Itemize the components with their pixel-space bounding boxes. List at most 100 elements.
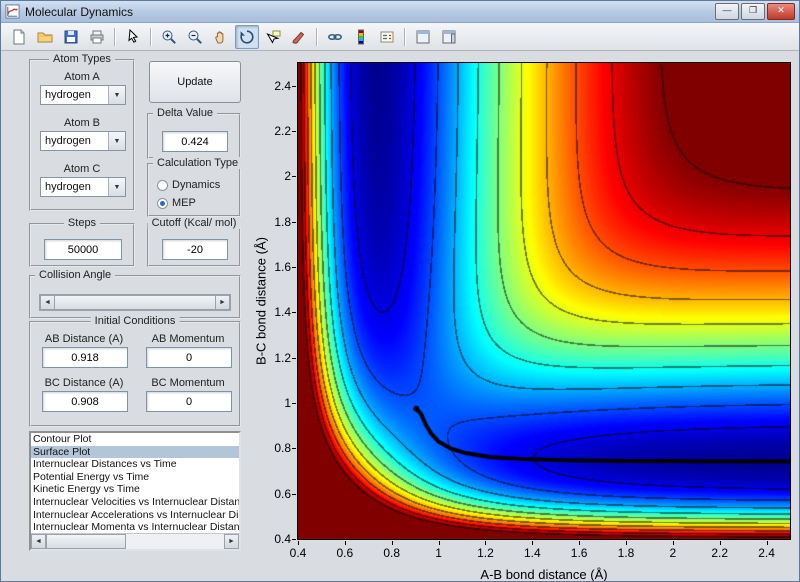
- cutoff-field[interactable]: [162, 239, 228, 260]
- list-item[interactable]: Potential Energy vs Time: [31, 471, 239, 484]
- list-item[interactable]: Internuclear Accelerations vs Internucle…: [31, 509, 239, 522]
- show-plot-tools-button[interactable]: [437, 25, 461, 49]
- x-tick-label: 1.4: [523, 546, 541, 560]
- toolbar-separator: [114, 27, 116, 46]
- zoom-in-icon: [161, 29, 177, 45]
- y-tick-label: 1.8: [274, 214, 291, 229]
- y-tick-label: 2: [284, 169, 291, 184]
- atom-a-value: hydrogen: [45, 89, 91, 101]
- y-tick-label: 0.8: [274, 441, 291, 456]
- hscroll-thumb[interactable]: [46, 534, 126, 549]
- list-item[interactable]: Internuclear Momenta vs Internuclear Dis…: [31, 521, 239, 534]
- insert-colorbar-icon: [353, 29, 369, 45]
- calculation-type-title: Calculation Type: [153, 157, 243, 169]
- atom-b-select[interactable]: hydrogen ▼: [40, 131, 126, 151]
- collision-angle-slider[interactable]: ◄ ►: [39, 294, 231, 311]
- slider-thumb[interactable]: [54, 295, 216, 310]
- bc-distance-field[interactable]: [42, 391, 128, 412]
- listbox-hscrollbar[interactable]: ◄ ►: [31, 533, 239, 549]
- save-figure-button[interactable]: [59, 25, 83, 49]
- minimize-button[interactable]: —: [715, 3, 739, 20]
- toolbar-separator: [150, 27, 152, 46]
- ab-distance-field[interactable]: [42, 347, 128, 368]
- maximize-button[interactable]: ❐: [741, 3, 765, 20]
- y-tick-mark: [292, 85, 296, 87]
- x-tick-mark: [532, 541, 534, 545]
- y-tick-mark: [292, 267, 296, 268]
- chevron-down-icon[interactable]: ▼: [108, 178, 125, 196]
- list-item[interactable]: Kinetic Energy vs Time: [31, 483, 239, 496]
- atom-a-select[interactable]: hydrogen ▼: [40, 85, 126, 105]
- steps-field[interactable]: [44, 239, 122, 260]
- insert-colorbar-button[interactable]: [349, 25, 373, 49]
- y-tick-mark: [292, 539, 296, 540]
- rotate-3d-button[interactable]: [235, 24, 259, 49]
- plot-type-listbox[interactable]: Contour Plot Surface Plot Internuclear Dis…: [29, 431, 241, 551]
- y-tick-label: 0.6: [274, 486, 291, 501]
- hide-plot-tools-button[interactable]: [411, 25, 435, 49]
- x-tick-mark: [719, 541, 721, 545]
- delta-value-title: Delta Value: [153, 107, 218, 119]
- radio-dynamics[interactable]: Dynamics: [157, 178, 220, 192]
- hscroll-left-arrow-icon[interactable]: ◄: [31, 534, 46, 549]
- brush-data-icon: [291, 29, 307, 45]
- edit-plot-button[interactable]: [121, 25, 145, 49]
- list-item[interactable]: Internuclear Distances vs Time: [31, 458, 239, 471]
- zoom-in-button[interactable]: [157, 25, 181, 49]
- radio-mep[interactable]: MEP: [157, 196, 196, 210]
- list-item[interactable]: Contour Plot: [31, 433, 239, 446]
- window-controls: — ❐ ✕: [715, 3, 795, 20]
- atom-a-label: Atom A: [64, 71, 100, 83]
- plot-frame: [297, 62, 791, 540]
- new-figure-button[interactable]: [7, 25, 31, 49]
- pan-button[interactable]: [209, 25, 233, 49]
- atom-c-select[interactable]: hydrogen ▼: [40, 177, 126, 197]
- list-item[interactable]: Internuclear Velocities vs Internuclear …: [31, 496, 239, 509]
- y-tick-mark: [292, 221, 296, 223]
- edit-plot-icon: [125, 28, 141, 45]
- data-cursor-button[interactable]: [261, 25, 285, 49]
- x-tick-label: 0.4: [289, 546, 307, 560]
- show-plot-tools-icon: [441, 29, 457, 45]
- y-tick-label: 1.2: [274, 350, 291, 365]
- x-tick-mark: [344, 541, 346, 545]
- surface-plot-canvas[interactable]: [298, 63, 790, 539]
- open-file-icon: [37, 29, 53, 45]
- link-plot-button[interactable]: [323, 25, 347, 49]
- update-button[interactable]: Update: [149, 61, 241, 103]
- x-tick-mark: [391, 541, 393, 545]
- print-figure-button[interactable]: [85, 25, 109, 49]
- y-tick-label: 1: [284, 396, 291, 410]
- close-button[interactable]: ✕: [767, 3, 795, 20]
- ab-momentum-field[interactable]: [146, 347, 232, 368]
- y-tick-mark: [292, 403, 296, 404]
- x-tick-label: 1.6: [570, 546, 588, 560]
- bc-momentum-field[interactable]: [146, 391, 232, 412]
- titlebar[interactable]: Molecular Dynamics — ❐ ✕: [1, 1, 799, 23]
- insert-legend-icon: [379, 29, 395, 45]
- cutoff-title: Cutoff (Kcal/ mol): [147, 217, 241, 229]
- y-tick-label: 1.6: [274, 260, 291, 274]
- list-item[interactable]: Surface Plot: [31, 445, 239, 459]
- chevron-down-icon[interactable]: ▼: [108, 86, 125, 104]
- link-plot-icon: [327, 29, 343, 45]
- zoom-out-button[interactable]: [183, 25, 207, 49]
- brush-data-button[interactable]: [287, 25, 311, 49]
- pan-icon: [213, 29, 229, 45]
- x-tick-mark: [298, 541, 299, 545]
- radio-mep-label: MEP: [172, 197, 196, 209]
- insert-legend-button[interactable]: [375, 25, 399, 49]
- x-tick-label: 0.6: [336, 546, 354, 560]
- toolbar-separator: [404, 27, 406, 46]
- y-tick-mark: [292, 176, 296, 178]
- delta-value-field[interactable]: [162, 131, 228, 152]
- x-tick-label: 0.8: [383, 546, 401, 560]
- radio-icon: [157, 179, 168, 191]
- open-file-button[interactable]: [33, 25, 57, 49]
- ab-momentum-label: AB Momentum: [151, 333, 225, 345]
- chevron-down-icon[interactable]: ▼: [108, 132, 125, 150]
- slider-right-arrow-icon[interactable]: ►: [215, 295, 230, 310]
- hscroll-right-arrow-icon[interactable]: ►: [224, 534, 239, 549]
- x-tick-label: 1.2: [477, 546, 494, 560]
- slider-left-arrow-icon[interactable]: ◄: [40, 295, 55, 310]
